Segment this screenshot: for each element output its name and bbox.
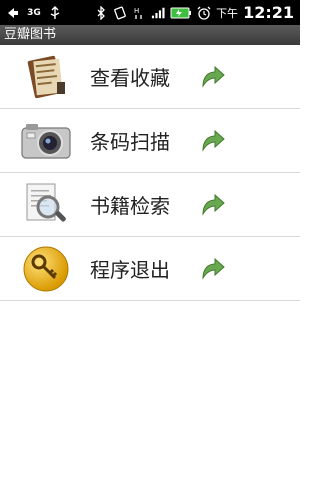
menu-item-book-search[interactable]: 书籍检索 — [0, 173, 300, 237]
forward-arrow-icon — [200, 192, 226, 218]
back-arrow-icon — [6, 6, 20, 20]
camera-icon — [20, 115, 72, 167]
status-bar-right: H 下午 12:21 — [94, 3, 294, 22]
magnifier-document-icon — [20, 179, 72, 231]
battery-charging-icon — [170, 6, 192, 20]
status-bar-left: 3G — [6, 5, 62, 20]
menu-item-label: 条码扫描 — [90, 130, 170, 154]
network-label: 3G — [27, 7, 41, 18]
signal-strength-icon — [151, 6, 165, 20]
app-title: 豆瓣图书 — [4, 27, 57, 42]
book-collection-icon — [20, 51, 72, 103]
usb-icon — [48, 5, 62, 20]
status-bar: 3G H 下午 12:21 — [0, 0, 300, 25]
svg-text:H: H — [134, 7, 139, 15]
menu-item-label: 书籍检索 — [90, 194, 170, 218]
status-ampm: 下午 — [216, 6, 239, 20]
forward-arrow-icon — [200, 256, 226, 282]
status-time: 12:21 — [243, 3, 294, 22]
rotate-icon — [113, 6, 127, 20]
app-title-bar: 豆瓣图书 — [0, 25, 300, 45]
key-icon — [20, 243, 72, 295]
alarm-clock-icon — [197, 6, 211, 20]
forward-arrow-icon — [200, 128, 226, 154]
forward-arrow-icon — [200, 64, 226, 90]
network-3g-icon: 3G — [25, 6, 43, 20]
menu-item-label: 查看收藏 — [90, 66, 170, 90]
menu-item-label: 程序退出 — [90, 258, 170, 282]
menu-item-view-collection[interactable]: 查看收藏 — [0, 45, 300, 109]
hspa-data-icon: H — [132, 6, 146, 20]
main-menu: 查看收藏 条码扫描 书籍检索 程序退出 — [0, 45, 300, 301]
menu-item-barcode-scan[interactable]: 条码扫描 — [0, 109, 300, 173]
bluetooth-icon — [94, 5, 108, 20]
menu-item-exit[interactable]: 程序退出 — [0, 237, 300, 301]
